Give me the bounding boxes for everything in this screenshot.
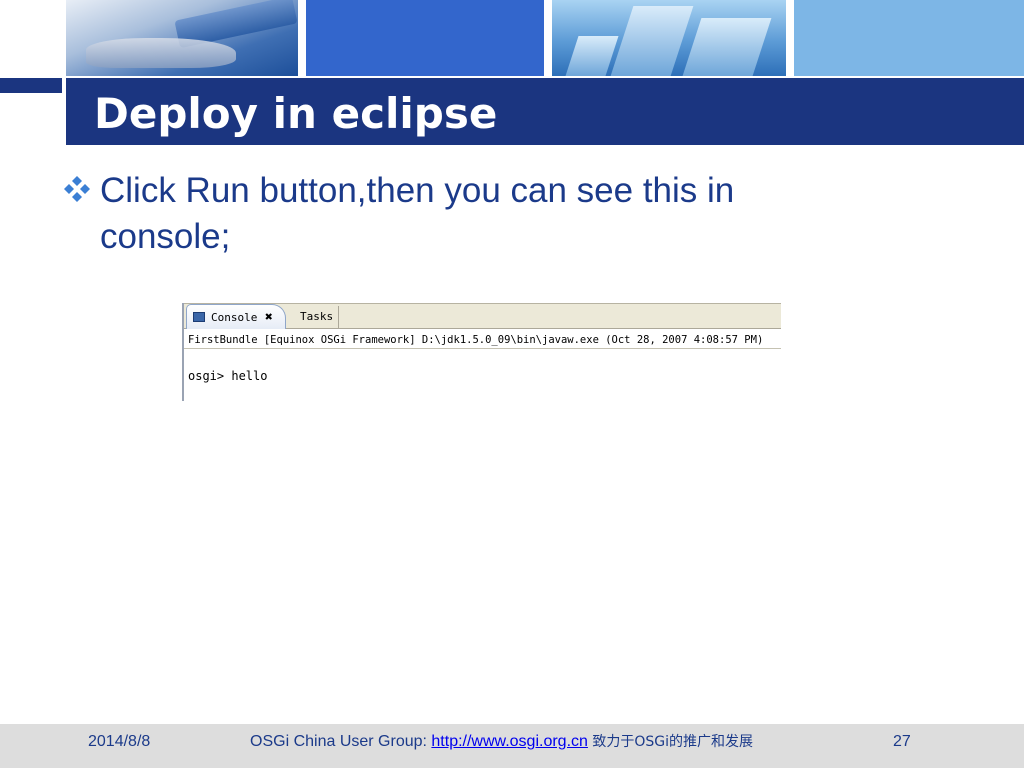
tab-tasks-label: Tasks	[300, 310, 334, 323]
console-tab-bar: Console ✖ Tasks	[184, 303, 781, 329]
footer-date: 2014/8/8	[88, 733, 151, 750]
footer-credits: OSGi China User Group: http://www.osgi.o…	[250, 732, 753, 752]
title-accent-bar	[0, 78, 62, 93]
header-image-strip	[0, 0, 1024, 76]
tab-tasks[interactable]: Tasks	[292, 304, 340, 329]
bullet-text: Click Run button,then you can see this i…	[100, 171, 735, 256]
footer-link[interactable]: http://www.osgi.org.cn	[431, 733, 588, 750]
close-icon[interactable]: ✖	[265, 305, 273, 330]
console-divider	[184, 348, 781, 349]
tab-console[interactable]: Console ✖	[186, 304, 286, 329]
console-icon	[193, 312, 205, 322]
slide-title: Deploy in eclipse	[94, 89, 498, 138]
console-output: osgi> hello	[188, 369, 268, 383]
blue-block	[306, 0, 544, 76]
tab-console-label: Console	[211, 311, 258, 324]
launch-description: FirstBundle [Equinox OSGi Framework] D:\…	[188, 334, 764, 346]
light-blue-block	[794, 0, 1024, 76]
keyboard-hands-photo	[66, 0, 298, 76]
footer-group-label: OSGi China User Group:	[250, 733, 432, 750]
four-diamond-bullet-icon	[64, 176, 90, 202]
page-number: 27	[893, 733, 911, 750]
skyscraper-photo	[552, 0, 786, 76]
console-screenshot: Console ✖ Tasks FirstBundle [Equinox OSG…	[182, 303, 781, 401]
tab-divider	[338, 306, 339, 328]
footer-tagline: 致力于OSGi的推广和发展	[587, 734, 754, 750]
